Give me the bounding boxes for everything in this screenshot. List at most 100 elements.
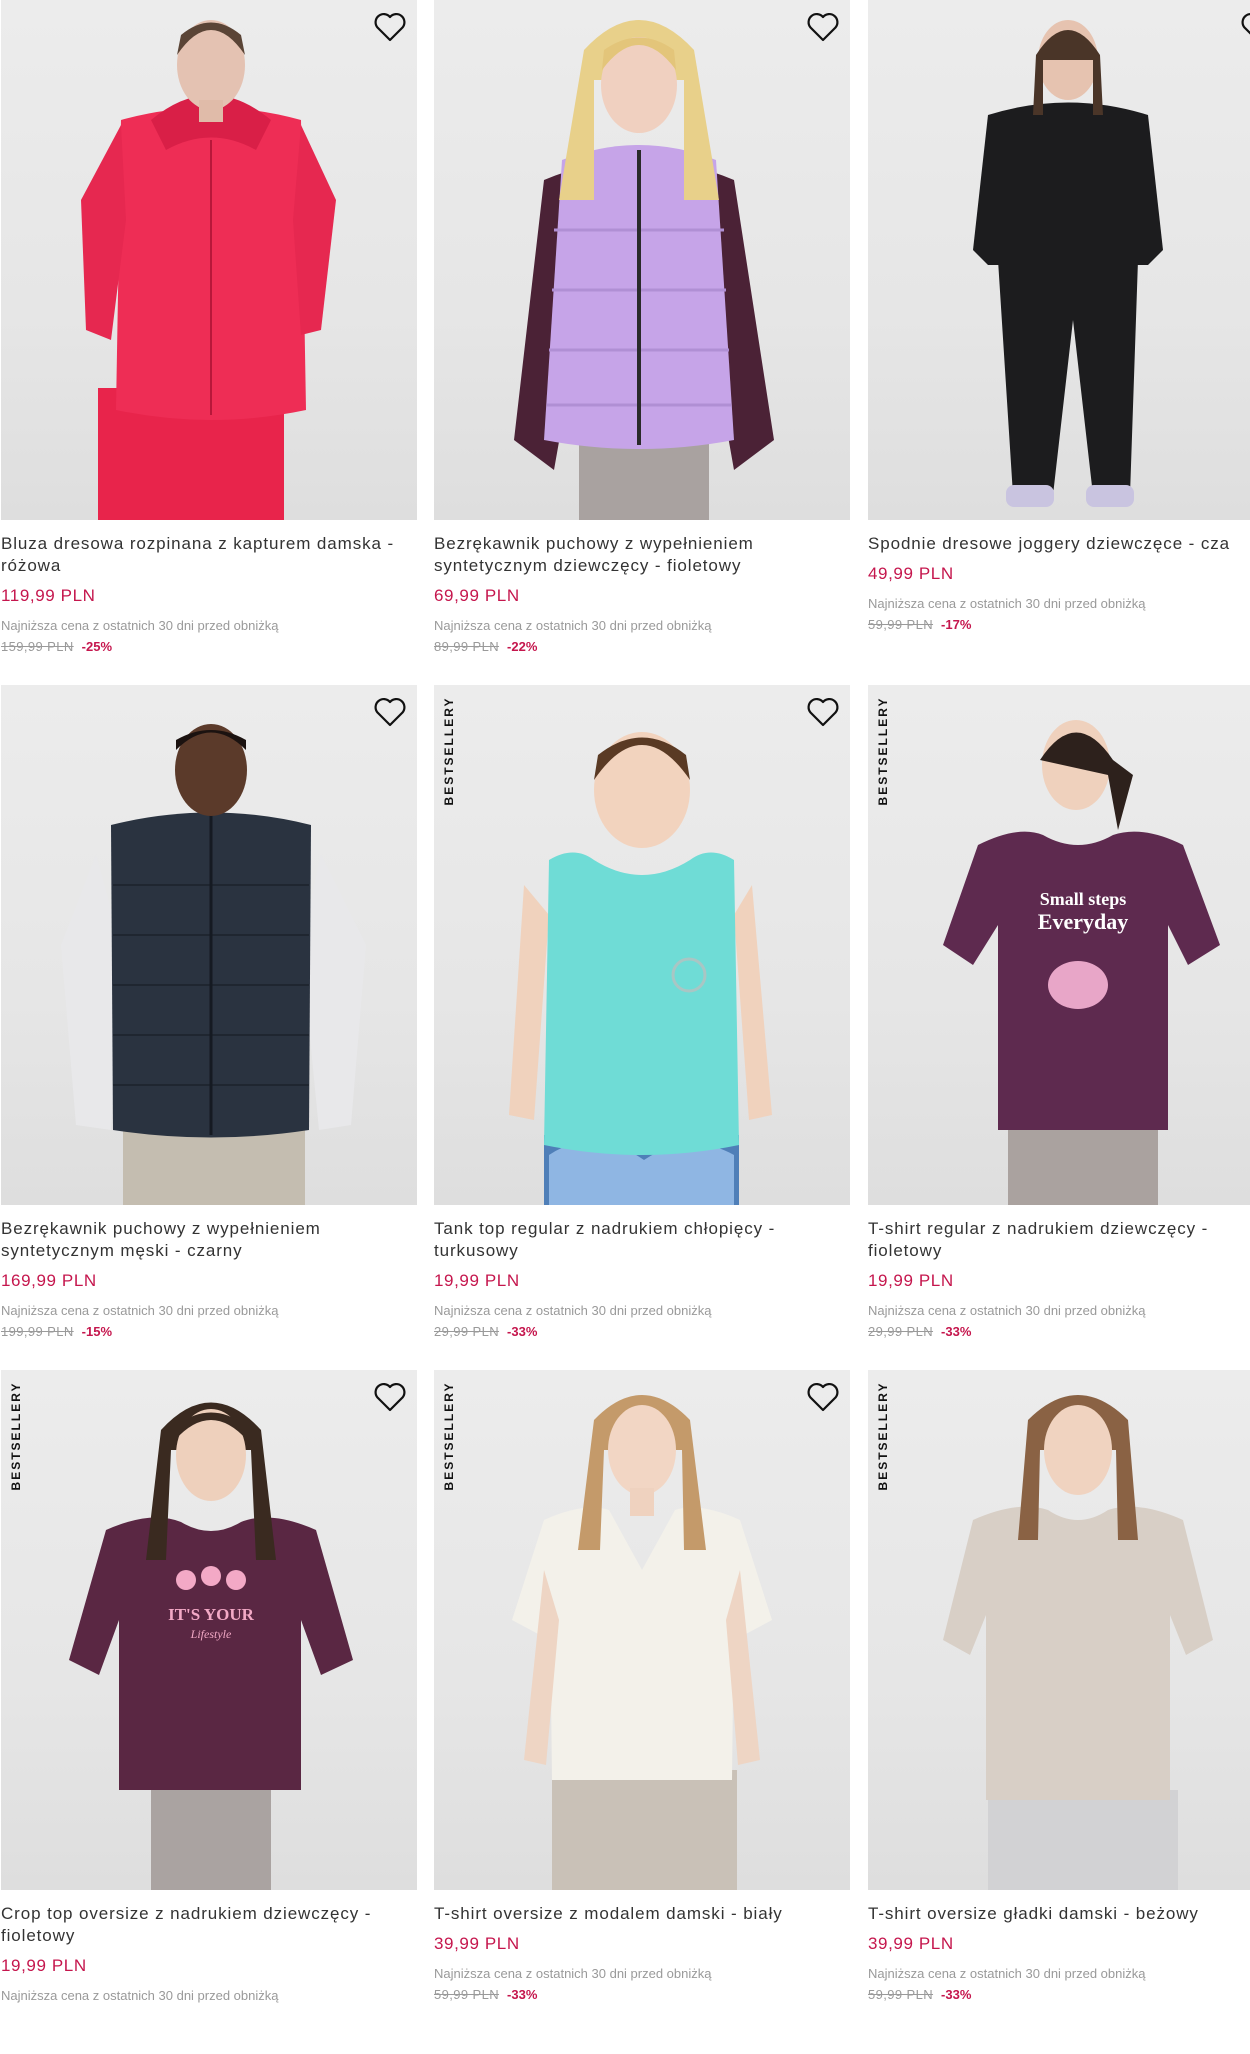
heart-outline-icon: [1241, 13, 1250, 35]
product-image[interactable]: Small steps Everyday BESTSELLERY: [868, 685, 1250, 1205]
product-info: Bezrękawnik puchowy z wypełnieniem synte…: [434, 533, 850, 656]
product-card[interactable]: IT'S YOUR Lifestyle BESTSELLERY Crop top…: [1, 1370, 417, 2054]
product-info: Bezrękawnik puchowy z wypełnieniem synte…: [1, 1218, 417, 1341]
product-price: 19,99 PLN: [1, 1956, 87, 1975]
product-image[interactable]: BESTSELLERY: [434, 1370, 850, 1890]
model-photo: [509, 732, 772, 1205]
discount-badge: -17%: [941, 617, 972, 632]
old-price: 29,99 PLN: [434, 1324, 500, 1339]
product-card[interactable]: BESTSELLERY T-shirt oversize z modalem d…: [434, 1370, 850, 2054]
product-card[interactable]: BESTSELLERY Tank top regular z nadrukiem…: [434, 685, 850, 1369]
old-price: 59,99 PLN: [868, 1987, 934, 2002]
print-text-line: IT'S YOUR: [168, 1605, 255, 1624]
favorite-button[interactable]: [371, 693, 409, 731]
lowest-price-note: Najniższa cena z ostatnich 30 dni przed …: [1, 618, 279, 633]
product-image[interactable]: BESTSELLERY: [868, 1370, 1250, 1890]
product-info: T-shirt oversize z modalem damski - biał…: [434, 1903, 850, 2004]
product-card[interactable]: Bezrękawnik puchowy z wypełnieniem synte…: [1, 685, 417, 1369]
print-text-line: Lifestyle: [190, 1627, 232, 1641]
product-info: Tank top regular z nadrukiem chłopięcy -…: [434, 1218, 850, 1341]
lowest-price-note: Najniższa cena z ostatnich 30 dni przed …: [434, 618, 712, 633]
product-card[interactable]: BESTSELLERY T-shirt oversize gładki dams…: [868, 1370, 1250, 2054]
favorite-button[interactable]: [804, 1378, 842, 1416]
heart-outline-icon: [374, 1382, 406, 1412]
product-price: 19,99 PLN: [868, 1271, 954, 1290]
favorite-button[interactable]: [1238, 8, 1250, 46]
model-photo: [943, 1395, 1213, 1890]
product-image[interactable]: IT'S YOUR Lifestyle BESTSELLERY: [1, 1370, 417, 1890]
heart-outline-icon: [374, 697, 406, 727]
model-photo: [973, 20, 1163, 507]
old-price-row: 59,99 PLN -33%: [434, 1986, 850, 2004]
bestseller-badge: BESTSELLERY: [876, 696, 890, 806]
product-card[interactable]: Bezrękawnik puchowy z wypełnieniem synte…: [434, 0, 850, 684]
product-price: 49,99 PLN: [868, 564, 954, 583]
product-card[interactable]: Small steps Everyday BESTSELLERY T-shirt…: [868, 685, 1250, 1369]
old-price-row: 59,99 PLN -33%: [868, 1986, 1250, 2004]
discount-badge: -33%: [941, 1987, 972, 2002]
product-info: Bluza dresowa rozpinana z kapturem damsk…: [1, 533, 417, 656]
lowest-price-note: Najniższa cena z ostatnich 30 dni przed …: [434, 1303, 712, 1318]
discount-badge: -25%: [81, 639, 113, 654]
old-price: 29,99 PLN: [868, 1324, 934, 1339]
discount-badge: -15%: [81, 1324, 113, 1339]
heart-outline-icon: [374, 12, 406, 42]
model-photo: [514, 20, 774, 520]
old-price-row: 199,99 PLN -15%: [1, 1323, 417, 1341]
product-price: 119,99 PLN: [1, 586, 96, 605]
discount-badge: -33%: [507, 1324, 538, 1339]
model-photo: Small steps Everyday: [943, 720, 1220, 1205]
product-image[interactable]: BESTSELLERY: [434, 685, 850, 1205]
product-price: 39,99 PLN: [868, 1934, 954, 1953]
product-name[interactable]: Bezrękawnik puchowy z wypełnieniem synte…: [1, 1218, 417, 1262]
heart-outline-icon: [807, 1382, 839, 1412]
product-image[interactable]: [434, 0, 850, 520]
product-image[interactable]: [868, 0, 1250, 520]
lowest-price-note: Najniższa cena z ostatnich 30 dni przed …: [1, 1303, 279, 1318]
product-name[interactable]: T-shirt oversize z modalem damski - biał…: [434, 1903, 850, 1925]
print-text-line: Everyday: [1038, 909, 1128, 934]
product-name[interactable]: Crop top oversize z nadrukiem dziewczęcy…: [1, 1903, 417, 1947]
favorite-button[interactable]: [804, 8, 842, 46]
bestseller-badge: BESTSELLERY: [9, 1381, 23, 1491]
product-name[interactable]: Tank top regular z nadrukiem chłopięcy -…: [434, 1218, 850, 1262]
old-price: 199,99 PLN: [1, 1324, 74, 1339]
product-name[interactable]: Bezrękawnik puchowy z wypełnieniem synte…: [434, 533, 850, 577]
old-price-row: 29,99 PLN -33%: [868, 1323, 1250, 1341]
favorite-button[interactable]: [371, 8, 409, 46]
model-photo: IT'S YOUR Lifestyle: [69, 1402, 353, 1890]
old-price-row: 29,99 PLN -33%: [434, 1323, 850, 1341]
product-info: T-shirt oversize gładki damski - beżowy …: [868, 1903, 1250, 2004]
product-info: Crop top oversize z nadrukiem dziewczęcy…: [1, 1903, 417, 2004]
product-name[interactable]: T-shirt oversize gładki damski - beżowy: [868, 1903, 1250, 1925]
product-image[interactable]: [1, 0, 417, 520]
product-name[interactable]: Spodnie dresowe joggery dziewczęce - cza: [868, 533, 1250, 555]
bestseller-badge: BESTSELLERY: [442, 696, 456, 806]
product-price: 19,99 PLN: [434, 1271, 520, 1290]
discount-badge: -22%: [507, 639, 538, 654]
bestseller-badge: BESTSELLERY: [876, 1381, 890, 1491]
product-info: T-shirt regular z nadrukiem dziewczęcy -…: [868, 1218, 1250, 1341]
product-card[interactable]: Spodnie dresowe joggery dziewczęce - cza…: [868, 0, 1250, 684]
product-price: 39,99 PLN: [434, 1934, 520, 1953]
old-price-row: 89,99 PLN -22%: [434, 638, 850, 656]
heart-outline-icon: [807, 697, 839, 727]
model-photo: [61, 724, 366, 1205]
favorite-button[interactable]: [804, 693, 842, 731]
old-price: 59,99 PLN: [868, 617, 934, 632]
model-photo: [512, 1395, 772, 1890]
lowest-price-note: Najniższa cena z ostatnich 30 dni przed …: [434, 1966, 712, 1981]
product-price: 69,99 PLN: [434, 586, 520, 605]
model-photo: [81, 20, 336, 520]
product-price: 169,99 PLN: [1, 1271, 97, 1290]
product-image[interactable]: [1, 685, 417, 1205]
product-name[interactable]: T-shirt regular z nadrukiem dziewczęcy -…: [868, 1218, 1250, 1262]
product-card[interactable]: Bluza dresowa rozpinana z kapturem damsk…: [1, 0, 417, 684]
favorite-button[interactable]: [371, 1378, 409, 1416]
discount-badge: -33%: [941, 1324, 972, 1339]
lowest-price-note: Najniższa cena z ostatnich 30 dni przed …: [868, 596, 1146, 611]
discount-badge: -33%: [507, 1987, 538, 2002]
lowest-price-note: Najniższa cena z ostatnich 30 dni przed …: [868, 1966, 1146, 1981]
heart-outline-icon: [807, 12, 839, 42]
product-name[interactable]: Bluza dresowa rozpinana z kapturem damsk…: [1, 533, 417, 577]
